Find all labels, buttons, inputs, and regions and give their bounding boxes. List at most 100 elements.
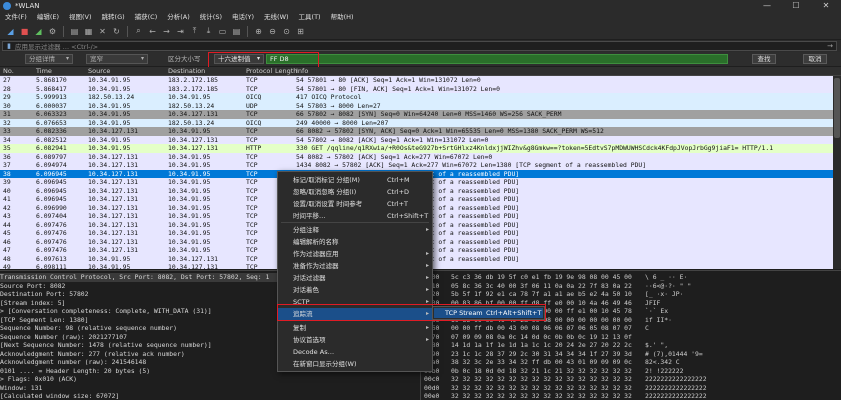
bytes-line[interactable]: 00d0 32 32 32 32 32 32 32 32 32 32 32 32 …	[421, 384, 841, 393]
reload-icon[interactable]: ↻	[110, 25, 123, 38]
menu-telephony[interactable]: 电话(Y)	[227, 12, 259, 23]
menu-view[interactable]: 视图(V)	[64, 12, 97, 23]
menu-edit[interactable]: 编辑(E)	[32, 12, 64, 23]
shark-fin-start-icon[interactable]: ◢	[4, 25, 17, 38]
column-protocol[interactable]: Protocol	[246, 67, 272, 76]
minimize-button[interactable]: —	[752, 0, 782, 12]
close-button[interactable]: ✕	[811, 0, 841, 12]
packet-row[interactable]: 28 5.868417 10.34.91.95 183.2.172.185 TCP 54 …	[0, 84, 833, 93]
column-destination[interactable]: Destination	[168, 67, 205, 76]
close-file-icon[interactable]: ✕	[96, 25, 109, 38]
packet-row[interactable]: 27 5.868170 10.34.91.95 183.2.172.185 TCP 54 …	[0, 76, 833, 85]
bytes-line[interactable]: 00005c c3 36 db 19 5f c0 e1 fb 19 9e 98 …	[421, 273, 841, 282]
context-menu-item[interactable]: 设置/取消设置 时间参考 Ctrl+T	[278, 198, 432, 210]
bytes-line[interactable]: 00c0 32 32 32 32 32 32 32 32 32 32 32 32 …	[421, 375, 841, 384]
display-filter-input[interactable]: ▮ 应用显示过滤器 … <Ctrl-/> →	[2, 41, 837, 51]
detail-line[interactable]: [Calculated window size: 67072]	[0, 392, 420, 400]
context-menu-item[interactable]: 在新窗口显示分组(W)	[278, 358, 432, 370]
menu-statistics[interactable]: 统计(S)	[195, 12, 227, 23]
context-menu-item[interactable]: 分组注释 ▸	[278, 224, 432, 236]
bytes-line[interactable]: 00b00b 0c 18 0d 0d 18 32 21 1c 21 32 32 …	[421, 367, 841, 376]
context-menu-item[interactable]: 协议首选项 ▸	[278, 334, 432, 346]
zoom-out-icon[interactable]: ⊖	[266, 25, 279, 38]
context-menu-item[interactable]: 作为过滤器应用 ▸	[278, 248, 432, 260]
packet-cell-time: 6.097476	[36, 229, 67, 237]
go-back-icon[interactable]: ←	[146, 25, 159, 38]
menu-help[interactable]: 帮助(H)	[326, 12, 359, 23]
column-time[interactable]: Time	[36, 67, 52, 76]
packet-list-scrollbar[interactable]	[833, 76, 841, 269]
bytes-ascii: 2222222222222222	[645, 392, 707, 400]
bytes-ascii: JFIF	[645, 298, 661, 307]
packet-row[interactable]: 29 5.999913 182.50.13.24 10.34.91.95 OICQ 417…	[0, 93, 833, 102]
last-packet-icon[interactable]: ⤓	[202, 25, 215, 38]
packet-row[interactable]: 34 6.082512 10.34.91.95 10.34.127.131 TCP 54 …	[0, 135, 833, 144]
maximize-button[interactable]: ☐	[781, 0, 811, 12]
resize-columns-icon[interactable]: ⊞	[294, 25, 307, 38]
search-input[interactable]: FF D8	[266, 54, 728, 64]
bytes-line[interactable]: 00e0 32 32 32 32 32 32 32 32 32 32 32 32 …	[421, 392, 841, 400]
bytes-hex: 0b 0c 18 0d 0d 18 32 21 1c 21 32 32 32 3…	[451, 366, 632, 375]
colorize-icon[interactable]: ▤	[230, 25, 243, 38]
packet-row[interactable]: 37 6.094974 10.34.127.131 10.34.91.95 TCP 143…	[0, 161, 833, 170]
context-menu-item[interactable]: 忽略/取消忽略 分组(I) Ctrl+D	[278, 186, 432, 198]
context-menu-item[interactable]: Decode As…	[278, 346, 432, 358]
bytes-line[interactable]: 00a038 32 3c 2e 33 34 32 ff db 00 43 01 …	[421, 358, 841, 367]
bytes-line[interactable]: 008014 1d 1a 1f 1e 1d 1a 1c 1c 20 24 2e …	[421, 341, 841, 350]
search-scope-select[interactable]: 分组详情 ▾	[25, 54, 73, 64]
bytes-line[interactable]: 009023 1c 1c 28 37 29 2c 30 31 34 34 34 …	[421, 350, 841, 359]
zoom-in-icon[interactable]: ⊕	[252, 25, 265, 38]
scrollbar-thumb[interactable]	[834, 78, 840, 138]
packet-row[interactable]: 36 6.089797 10.34.127.131 10.34.91.95 TCP 54 …	[0, 152, 833, 161]
context-menu-item[interactable]: 时间平移… Ctrl+Shift+T	[278, 210, 432, 222]
packet-row[interactable]: 35 6.082941 10.34.91.95 10.34.127.131 HTTP 33…	[0, 144, 833, 153]
zoom-reset-icon[interactable]: ⊙	[280, 25, 293, 38]
packet-row[interactable]: 33 6.082336 10.34.127.131 10.34.91.95 TCP 66 …	[0, 127, 833, 136]
bookmark-icon[interactable]: ▮	[3, 42, 15, 50]
packet-row[interactable]: 30 6.000037 10.34.91.95 182.50.13.24 UDP 54 5…	[0, 101, 833, 110]
context-menu-item[interactable]: 标记/取消标记 分组(M) Ctrl+M	[278, 174, 432, 186]
bytes-hex: 00 00 ff db 00 43 00 08 06 06 07 06 05 0…	[451, 324, 632, 332]
menu-analyze[interactable]: 分析(A)	[162, 12, 195, 23]
bytes-line[interactable]: 001005 8c 36 3c 40 00 3f 06 11 0a 0a 22 …	[421, 282, 841, 291]
column-info[interactable]: Info	[296, 67, 308, 76]
menu-wireless[interactable]: 无线(W)	[259, 12, 294, 23]
packet-bytes-pane[interactable]: 00005c c3 36 db 19 5f c0 e1 fb 19 9e 98 …	[420, 270, 841, 400]
first-packet-icon[interactable]: ⤒	[188, 25, 201, 38]
column-length[interactable]: Length	[275, 67, 297, 76]
menu-go[interactable]: 跳转(G)	[97, 12, 130, 23]
detail-line[interactable]: Window: 131	[0, 384, 420, 393]
go-to-packet-icon[interactable]: ⇥	[174, 25, 187, 38]
autoscroll-icon[interactable]: ▭	[216, 25, 229, 38]
open-file-icon[interactable]: ▤	[68, 25, 81, 38]
go-forward-icon[interactable]: →	[160, 25, 173, 38]
bytes-line[interactable]: 007007 09 09 08 0a 0c 14 0d 0c 0b 0b 0c …	[421, 333, 841, 342]
context-menu-item[interactable]: 对话着色 ▸	[278, 284, 432, 296]
save-file-icon[interactable]: ▦	[82, 25, 95, 38]
bytes-line[interactable]: 00205b 5f 1f 92 e1 ca 78 7f a1 a1 ae b5 …	[421, 290, 841, 299]
bytes-line[interactable]: 006000 00 ff db 00 43 00 08 06 06 07 06 …	[421, 324, 841, 333]
context-menu-item[interactable]: 准备作为过滤器 ▸	[278, 260, 432, 272]
find-button[interactable]: 查找	[752, 54, 776, 64]
cancel-button[interactable]: 取消	[803, 54, 827, 64]
stop-capture-icon[interactable]: ■	[18, 25, 31, 38]
context-menu-item[interactable]: 编辑解析的名称	[278, 236, 432, 248]
context-menu-item[interactable]: 对话过滤器 ▸	[278, 272, 432, 284]
char-width-select[interactable]: 宽窄 ▾	[86, 54, 148, 64]
menu-file[interactable]: 文件(F)	[0, 12, 32, 23]
context-menu-label: 准备作为过滤器	[293, 262, 339, 270]
menu-tools[interactable]: 工具(T)	[294, 12, 326, 23]
packet-row[interactable]: 31 6.063323 10.34.91.95 10.34.127.131 TCP 66 …	[0, 110, 833, 119]
find-packet-icon[interactable]: ⌕	[132, 25, 145, 38]
packet-cell-src: 10.34.91.95	[88, 118, 131, 127]
case-sensitive-label[interactable]: 区分大小写	[168, 54, 201, 64]
packet-row[interactable]: 32 6.076653 10.34.91.95 182.50.13.24 OICQ 249…	[0, 118, 833, 127]
column-no[interactable]: No.	[3, 67, 14, 76]
context-menu-item[interactable]: 复制 ▸	[278, 322, 432, 334]
menu-capture[interactable]: 捕获(C)	[130, 12, 163, 23]
detail-line[interactable]: > Flags: 0x010 (ACK)	[0, 375, 420, 384]
capture-options-icon[interactable]: ⚙	[46, 25, 59, 38]
filter-apply-arrow-icon[interactable]: →	[827, 42, 833, 50]
restart-capture-icon[interactable]: ◢	[32, 25, 45, 38]
column-source[interactable]: Source	[88, 67, 110, 76]
